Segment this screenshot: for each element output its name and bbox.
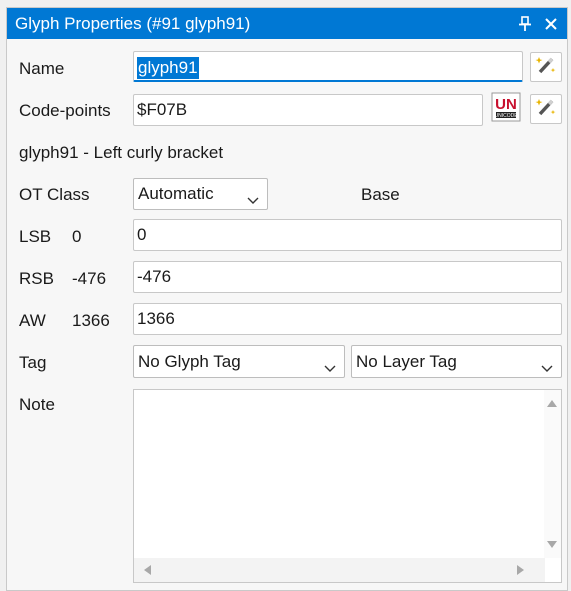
lsb-field[interactable]: 0 [133, 219, 562, 251]
tag-label: Tag [19, 353, 47, 372]
ot-class-label: OT Class [19, 185, 90, 204]
magic-wand-icon [534, 95, 558, 124]
ot-class-selected: Automatic [138, 184, 214, 203]
chevron-down-icon [247, 190, 259, 204]
name-value: glyph91 [137, 57, 199, 79]
svg-text:UNICODE: UNICODE [494, 113, 518, 119]
chevron-down-icon [541, 358, 553, 372]
aw-field[interactable]: 1366 [133, 303, 562, 335]
unicode-icon: UN UNICODE [491, 92, 521, 127]
aw-value: 1366 [137, 309, 175, 328]
aw-readout: 1366 [72, 311, 110, 330]
lsb-label: LSB [19, 227, 52, 246]
horizontal-scrollbar[interactable] [134, 558, 545, 582]
unicode-button[interactable]: UN UNICODE [490, 92, 522, 127]
glyph-description: glyph91 - Left curly bracket [19, 143, 224, 162]
panel-title: Glyph Properties (#91 glyph91) [15, 13, 251, 33]
svg-text:UN: UN [495, 96, 517, 113]
rsb-label: RSB [19, 269, 54, 288]
name-field[interactable]: glyph91 [133, 51, 523, 82]
codepoints-field[interactable]: $F07B [133, 94, 483, 126]
note-textarea[interactable] [133, 389, 562, 583]
glyph-properties-panel: Glyph Properties (#91 glyph91) Name glyp… [6, 7, 568, 591]
magic-wand-icon [534, 53, 558, 82]
lsb-value: 0 [137, 225, 147, 244]
lsb-readout: 0 [72, 227, 82, 246]
chevron-down-icon [324, 358, 336, 372]
rsb-field[interactable]: -476 [133, 261, 562, 293]
layer-tag-selected: No Layer Tag [356, 351, 457, 371]
scroll-left-icon[interactable] [144, 565, 151, 575]
vertical-scrollbar[interactable] [544, 390, 561, 558]
glyph-tag-dropdown[interactable]: No Glyph Tag [133, 345, 345, 378]
codepoints-auto-button[interactable] [530, 94, 562, 124]
rsb-value: -476 [137, 267, 172, 286]
scroll-down-icon[interactable] [547, 541, 557, 548]
codepoints-value: $F07B [137, 100, 188, 119]
scroll-right-icon[interactable] [517, 565, 524, 575]
name-label: Name [19, 59, 65, 78]
scroll-up-icon[interactable] [547, 400, 557, 407]
close-icon[interactable] [542, 15, 560, 33]
glyph-tag-selected: No Glyph Tag [138, 351, 241, 371]
title-bar: Glyph Properties (#91 glyph91) [7, 8, 567, 39]
note-label: Note [19, 395, 55, 414]
codepoints-label: Code-points [19, 101, 111, 120]
ot-class-dropdown[interactable]: Automatic [133, 178, 268, 210]
layer-tag-dropdown[interactable]: No Layer Tag [351, 345, 562, 378]
pin-icon[interactable] [516, 15, 534, 33]
name-auto-button[interactable] [530, 52, 562, 82]
aw-label: AW [19, 311, 46, 330]
ot-class-base: Base [361, 185, 400, 204]
rsb-readout: -476 [72, 269, 107, 288]
